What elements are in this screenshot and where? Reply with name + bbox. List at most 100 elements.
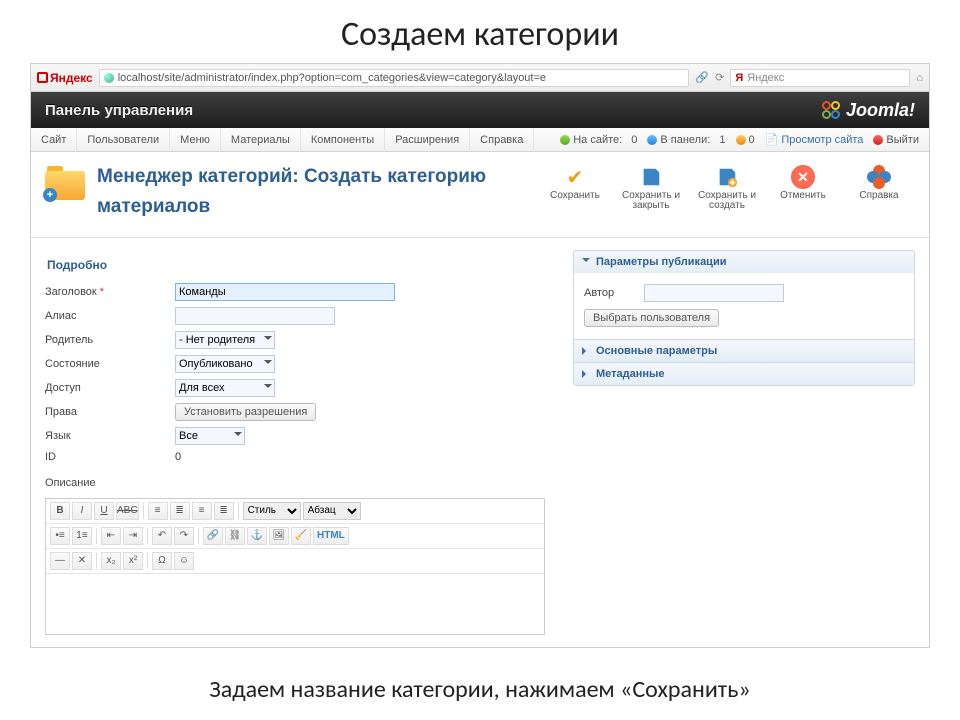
slide-caption: Задаем название категории, нажимаем «Сох… [0, 665, 960, 714]
ed-sub[interactable]: x₂ [101, 552, 121, 570]
page-title: Менеджер категорий: Создать категорию ма… [97, 162, 527, 223]
panel-title: Панель управления [45, 102, 193, 119]
floppy-plus-icon [715, 165, 739, 189]
alias-input[interactable] [175, 307, 335, 325]
ed-align-left[interactable]: ≡ [148, 502, 168, 520]
title-input[interactable] [175, 283, 395, 301]
home-icon[interactable]: ⌂ [916, 72, 923, 84]
title-label: Заголовок * [45, 286, 175, 298]
ed-align-right[interactable]: ≡ [192, 502, 212, 520]
logout-link[interactable]: Выйти [873, 134, 919, 146]
menubar: Сайт Пользователи Меню Материалы Компоне… [31, 128, 929, 152]
parent-select[interactable]: - Нет родителя - [175, 331, 275, 349]
page-header: + Менеджер категорий: Создать категорию … [31, 152, 929, 238]
desc-label: Описание [45, 477, 175, 489]
ed-ul[interactable]: •≡ [50, 527, 70, 545]
menubar-left: Сайт Пользователи Меню Материалы Компоне… [31, 128, 534, 152]
ed-redo[interactable]: ↷ [174, 527, 194, 545]
state-select[interactable]: Опубликовано [175, 355, 275, 373]
ed-sup[interactable]: x² [123, 552, 143, 570]
ed-anchor[interactable]: ⚓ [247, 527, 267, 545]
menu-extensions[interactable]: Расширения [385, 128, 470, 152]
side-panels: Параметры публикации Автор Выбрать польз… [573, 250, 915, 635]
status-inpanel: В панели: 1 [647, 134, 725, 146]
ed-unlink[interactable]: ⛓ [225, 527, 245, 545]
ed-clean[interactable]: 🧹 [291, 527, 311, 545]
menubar-right: На сайте: 0 В панели: 1 0 📄Просмотр сайт… [560, 133, 929, 146]
cancel-button[interactable]: ✕ Отменить [767, 162, 839, 214]
menu-users[interactable]: Пользователи [77, 128, 170, 152]
form-column: Подробно Заголовок * Алиас Родитель - Не… [45, 250, 555, 635]
content-area: Подробно Заголовок * Алиас Родитель - Не… [31, 238, 929, 647]
state-label: Состояние [45, 358, 175, 370]
save-close-button[interactable]: Сохранить и закрыть [615, 162, 687, 214]
menu-content[interactable]: Материалы [221, 128, 301, 152]
ed-align-center[interactable]: ≣ [170, 502, 190, 520]
fieldset-legend: Подробно [45, 254, 555, 280]
url-input[interactable]: localhost/site/administrator/index.php?o… [99, 69, 690, 87]
access-label: Доступ [45, 382, 175, 394]
link-icon[interactable]: 🔗 [695, 71, 709, 84]
save-button[interactable]: Сохранить [539, 162, 611, 214]
menu-menus[interactable]: Меню [170, 128, 221, 152]
panel-publication[interactable]: Параметры публикации [574, 251, 914, 273]
panel-basic[interactable]: Основные параметры [574, 339, 914, 362]
joomla-logo: Joomla! [822, 100, 915, 121]
status-onsite: На сайте: 0 [560, 134, 637, 146]
mail-icon [736, 135, 746, 145]
chevron-right-icon [582, 347, 590, 355]
ed-outdent[interactable]: ⇤ [101, 527, 121, 545]
perms-label: Права [45, 406, 175, 418]
save-new-button[interactable]: Сохранить и создать [691, 162, 763, 214]
chevron-right-icon [582, 370, 590, 378]
folder-add-icon: + [45, 166, 85, 200]
menu-help[interactable]: Справка [470, 128, 534, 152]
lang-select[interactable]: Все [175, 427, 245, 445]
ed-html[interactable]: HTML [313, 527, 349, 545]
status-msgs[interactable]: 0 [736, 134, 755, 146]
globe-icon [104, 73, 114, 83]
ed-bold[interactable]: B [50, 502, 70, 520]
ed-style-select[interactable]: Стиль [243, 502, 301, 520]
browser-frame: Яндекс localhost/site/administrator/inde… [30, 63, 930, 648]
ed-underline[interactable]: U [94, 502, 114, 520]
author-input[interactable] [644, 284, 784, 302]
lang-label: Язык [45, 430, 175, 442]
ed-link[interactable]: 🔗 [203, 527, 223, 545]
reload-icon[interactable]: ⟳ [715, 71, 724, 84]
toolbar: Сохранить Сохранить и закрыть Сохранить … [539, 162, 915, 214]
ed-image[interactable]: 🖼 [269, 527, 289, 545]
floppy-icon [639, 165, 663, 189]
ed-ol[interactable]: 1≡ [72, 527, 92, 545]
user-green-icon [560, 135, 570, 145]
ed-indent[interactable]: ⇥ [123, 527, 143, 545]
search-input[interactable]: ЯЯндекс [730, 69, 910, 87]
menu-components[interactable]: Компоненты [301, 128, 385, 152]
preview-site-link[interactable]: 📄Просмотр сайта [765, 133, 864, 146]
logout-icon [873, 135, 883, 145]
parent-label: Родитель [45, 334, 175, 346]
ed-emoji[interactable]: ☺ [174, 552, 194, 570]
help-button[interactable]: Справка [843, 162, 915, 214]
ed-undo[interactable]: ↶ [152, 527, 172, 545]
alias-label: Алиас [45, 310, 175, 322]
ed-hr[interactable]: — [50, 552, 70, 570]
joomla-swirl-icon [822, 101, 840, 119]
slide-title: Создаем категории [0, 0, 960, 63]
access-select[interactable]: Для всех [175, 379, 275, 397]
help-icon [867, 165, 891, 189]
panel-meta[interactable]: Метаданные [574, 362, 914, 385]
ed-paragraph-select[interactable]: Абзац [303, 502, 361, 520]
ed-strike[interactable]: ABC [116, 502, 139, 520]
ed-removefmt[interactable]: ✕ [72, 552, 92, 570]
chevron-down-icon [582, 258, 590, 266]
ed-align-justify[interactable]: ≣ [214, 502, 234, 520]
ed-italic[interactable]: I [72, 502, 92, 520]
set-permissions-button[interactable]: Установить разрешения [175, 403, 316, 421]
editor-body[interactable] [46, 574, 544, 634]
check-icon [563, 165, 587, 189]
ed-char[interactable]: Ω [152, 552, 172, 570]
select-user-button[interactable]: Выбрать пользователя [584, 309, 719, 327]
admin-header: Панель управления Joomla! [31, 92, 929, 128]
menu-site[interactable]: Сайт [31, 128, 77, 152]
